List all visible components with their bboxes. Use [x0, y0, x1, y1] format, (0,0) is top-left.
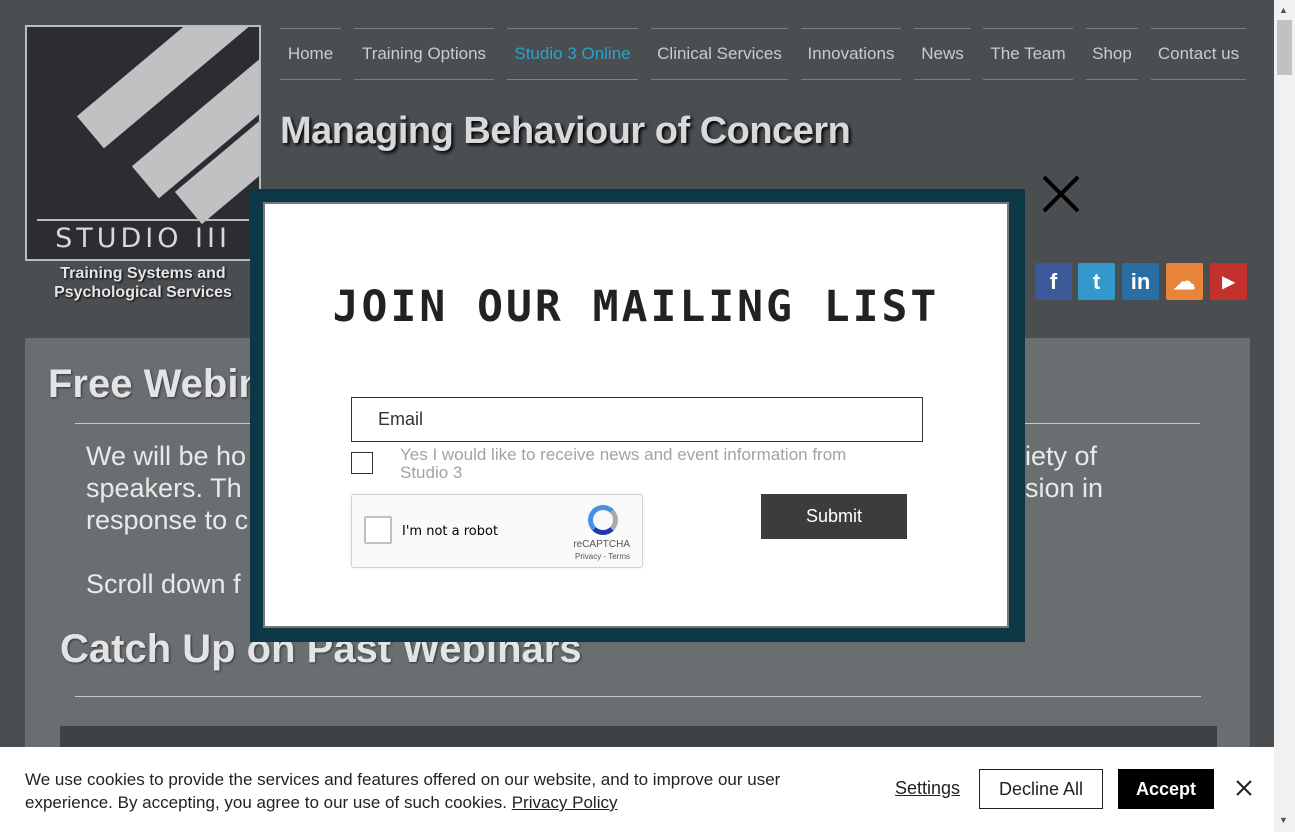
- logo-text: STUDIO III: [55, 223, 231, 254]
- studio3-logo[interactable]: STUDIO III: [25, 25, 261, 261]
- youtube-glyph: ▶: [1222, 273, 1235, 291]
- decline-all-button[interactable]: Decline All: [979, 769, 1103, 809]
- nav-item-home[interactable]: Home: [280, 28, 341, 80]
- intro-text-line-3: response to c: [86, 505, 249, 535]
- page-scrollbar[interactable]: ▲ ▼: [1274, 0, 1295, 832]
- free-webinars-heading: Free Webin: [48, 362, 263, 406]
- optin-label: Yes I would like to receive news and eve…: [400, 445, 847, 482]
- soundcloud-glyph: ☁: [1173, 268, 1196, 294]
- popup-close-icon[interactable]: [1040, 173, 1082, 215]
- scroll-thumb[interactable]: [1277, 20, 1292, 75]
- privacy-policy-link[interactable]: Privacy Policy: [512, 793, 618, 812]
- facebook-glyph: f: [1049, 268, 1058, 294]
- accept-button[interactable]: Accept: [1118, 769, 1214, 809]
- nav-item-contact-us[interactable]: Contact us: [1151, 28, 1246, 80]
- nav-item-innovations[interactable]: Innovations: [801, 28, 901, 80]
- recaptcha-checkbox[interactable]: [364, 516, 392, 544]
- recaptcha-label: I'm not a robot: [402, 524, 499, 539]
- cookie-message: We use cookies to provide the services a…: [25, 770, 781, 812]
- cookie-settings-link[interactable]: Settings: [895, 778, 960, 799]
- cookie-close-icon[interactable]: [1234, 778, 1254, 798]
- page-title: Managing Behaviour of Concern: [280, 110, 851, 152]
- nav-item-the-team[interactable]: The Team: [983, 28, 1073, 80]
- cookie-banner: We use cookies to provide the services a…: [0, 747, 1274, 832]
- mailing-list-popup: JOIN OUR MAILING LIST Email Yes I would …: [263, 202, 1009, 628]
- nav-item-news[interactable]: News: [914, 28, 971, 80]
- recaptcha-logo-icon: [588, 505, 618, 535]
- logo-tagline: Training Systems and Psychological Servi…: [54, 265, 232, 301]
- intro-text-line-2-end: sion in: [1025, 473, 1104, 503]
- recaptcha-widget: I'm not a robot reCAPTCHA Privacy - Term…: [351, 494, 643, 568]
- facebook-icon[interactable]: f: [1035, 263, 1072, 300]
- soundcloud-icon[interactable]: ☁: [1166, 263, 1203, 300]
- nav-item-shop[interactable]: Shop: [1086, 28, 1138, 80]
- nav-item-clinical-services[interactable]: Clinical Services: [651, 28, 788, 80]
- scroll-down-icon[interactable]: ▼: [1279, 815, 1288, 825]
- divider: [75, 696, 1201, 697]
- logo-divider: [37, 219, 249, 221]
- nav-item-studio3-online[interactable]: Studio 3 Online: [507, 28, 638, 80]
- optin-checkbox[interactable]: [351, 452, 373, 474]
- linkedin-glyph: in: [1130, 268, 1151, 294]
- email-input[interactable]: Email: [351, 397, 923, 442]
- nav-item-training-options[interactable]: Training Options: [354, 28, 494, 80]
- twitter-icon[interactable]: t: [1078, 263, 1115, 300]
- youtube-icon[interactable]: ▶: [1210, 263, 1247, 300]
- twitter-glyph: t: [1092, 268, 1101, 294]
- recaptcha-terms[interactable]: Privacy - Terms: [575, 552, 630, 561]
- intro-text-line-1-end: iety of: [1025, 441, 1098, 471]
- scroll-down-text: Scroll down f: [86, 569, 241, 599]
- submit-button[interactable]: Submit: [761, 494, 907, 539]
- cookie-text: We use cookies to provide the services a…: [25, 768, 845, 814]
- intro-text-line-1: We will be ho: [86, 441, 247, 471]
- popup-title: JOIN OUR MAILING LIST: [332, 282, 940, 332]
- linkedin-icon[interactable]: in: [1122, 263, 1159, 300]
- scroll-up-icon[interactable]: ▲: [1279, 5, 1288, 15]
- recaptcha-brand: reCAPTCHA: [573, 539, 630, 550]
- intro-text-line-2: speakers. Th: [86, 473, 242, 503]
